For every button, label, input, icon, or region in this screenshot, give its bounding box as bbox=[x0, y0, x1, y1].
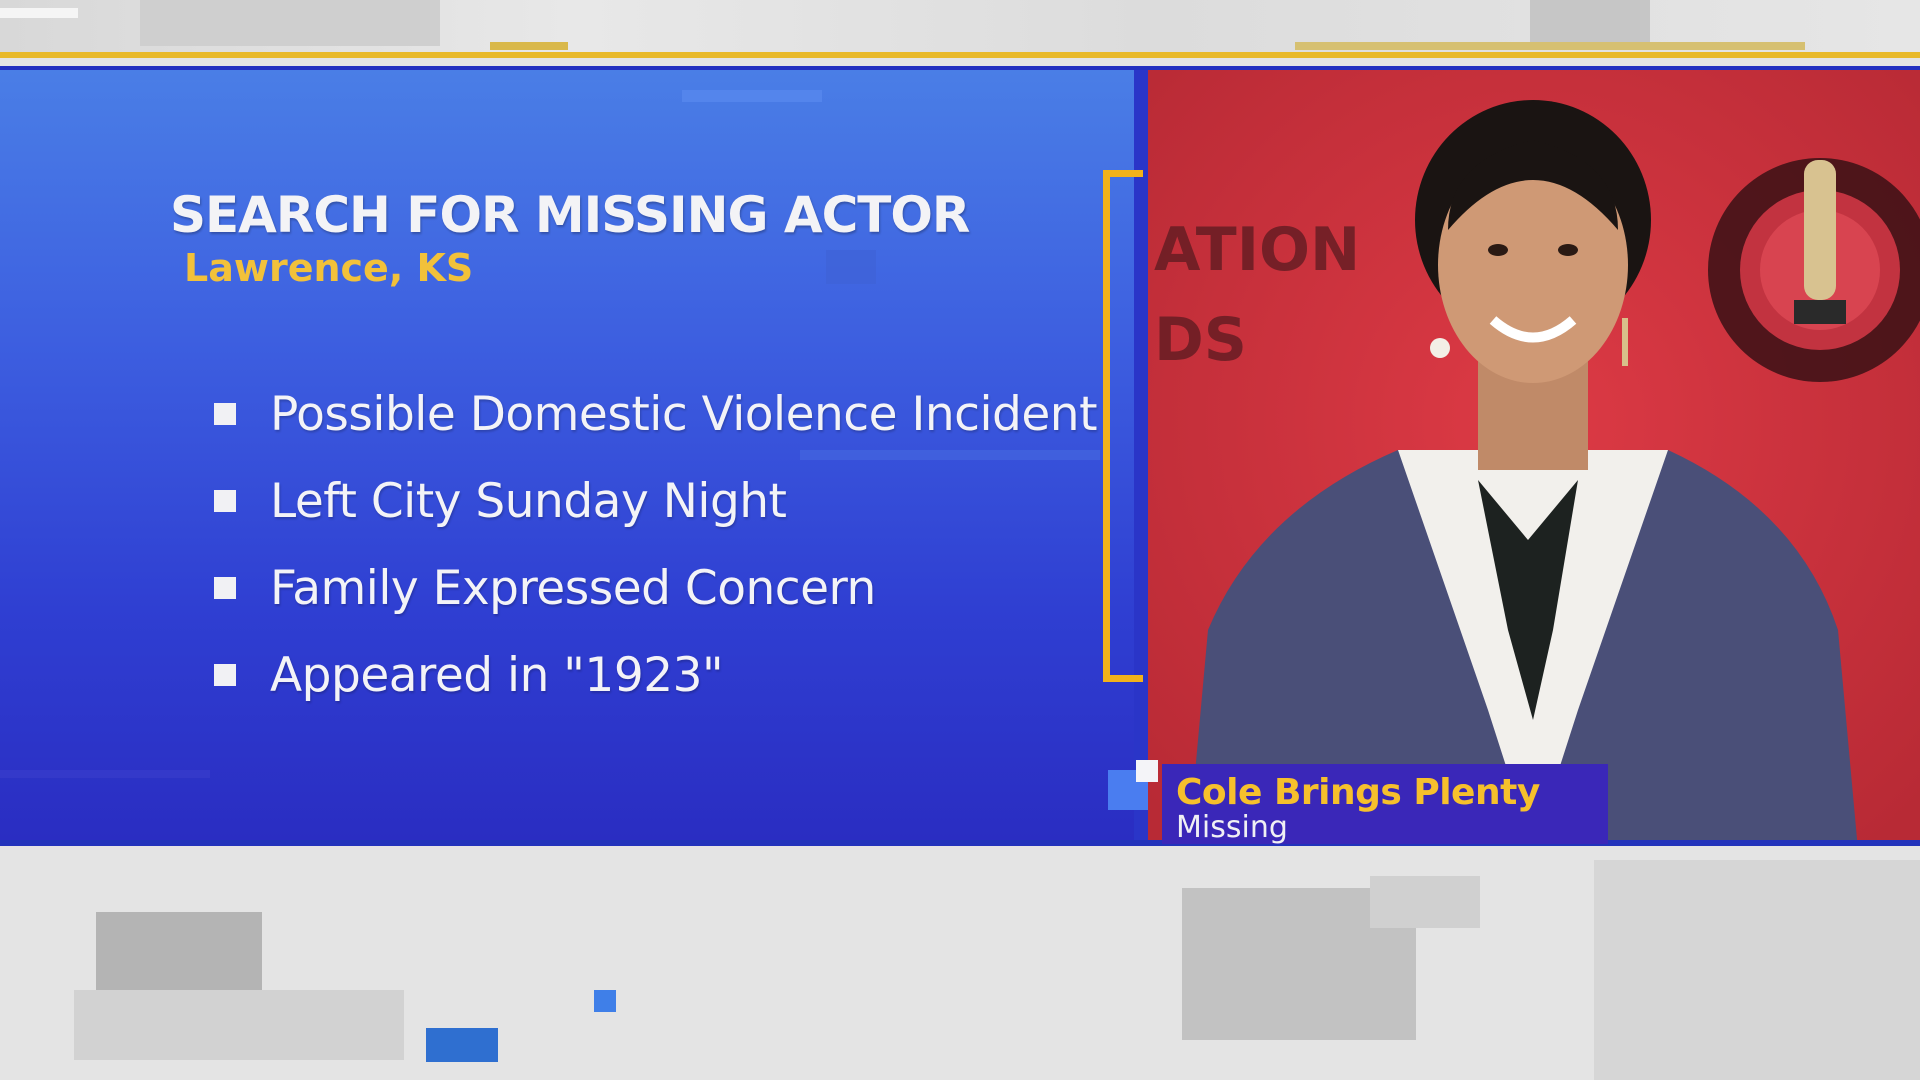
bullet-item: Possible Domestic Violence Incident bbox=[214, 387, 1098, 442]
top-accent-line bbox=[0, 52, 1920, 58]
bullet-item: Appeared in "1923" bbox=[214, 648, 1097, 703]
person-status: Missing bbox=[1176, 810, 1288, 845]
bg-block bbox=[96, 912, 262, 990]
bullet-text: Appeared in "1923" bbox=[270, 647, 724, 703]
bullet-item: Family Expressed Concern bbox=[214, 561, 1097, 616]
bullet-text: Possible Domestic Violence Incident bbox=[270, 386, 1098, 442]
svg-text:ATION: ATION bbox=[1154, 215, 1360, 285]
lower-third-white-block bbox=[1136, 760, 1158, 782]
svg-text:DS: DS bbox=[1154, 305, 1247, 375]
lower-third: Cole Brings Plenty Missing bbox=[1162, 764, 1608, 845]
bg-block bbox=[74, 990, 404, 1060]
actor-photo: ATION DS bbox=[1148, 70, 1920, 840]
bullet-square-icon bbox=[214, 403, 236, 425]
decor-block bbox=[0, 770, 210, 778]
bullet-square-icon bbox=[214, 664, 236, 686]
bg-block bbox=[1530, 0, 1650, 44]
graphic-panel: ATION DS SEARCH FOR MISSING ACTOR Lawren… bbox=[0, 66, 1920, 846]
bg-block bbox=[0, 8, 78, 18]
bg-block bbox=[594, 990, 616, 1012]
bg-block bbox=[490, 42, 568, 50]
bg-block bbox=[426, 1028, 498, 1062]
bullet-item: Left City Sunday Night bbox=[214, 474, 1097, 529]
headline-title: SEARCH FOR MISSING ACTOR bbox=[170, 186, 970, 244]
bg-block bbox=[1295, 42, 1805, 50]
bg-block bbox=[1370, 876, 1480, 928]
bg-block bbox=[1594, 860, 1920, 1080]
decor-block bbox=[826, 250, 876, 284]
bg-block bbox=[140, 0, 440, 46]
location-subtitle: Lawrence, KS bbox=[184, 246, 474, 290]
bullet-list: Possible Domestic Violence Incident Left… bbox=[214, 387, 1098, 738]
top-background-strip bbox=[0, 0, 1920, 58]
bullet-text: Left City Sunday Night bbox=[270, 473, 787, 529]
accent-bracket bbox=[1103, 170, 1143, 682]
bullet-square-icon bbox=[214, 577, 236, 599]
bullet-square-icon bbox=[214, 490, 236, 512]
person-name: Cole Brings Plenty bbox=[1176, 772, 1540, 813]
bullet-text: Family Expressed Concern bbox=[270, 560, 876, 616]
decor-block bbox=[682, 90, 822, 102]
